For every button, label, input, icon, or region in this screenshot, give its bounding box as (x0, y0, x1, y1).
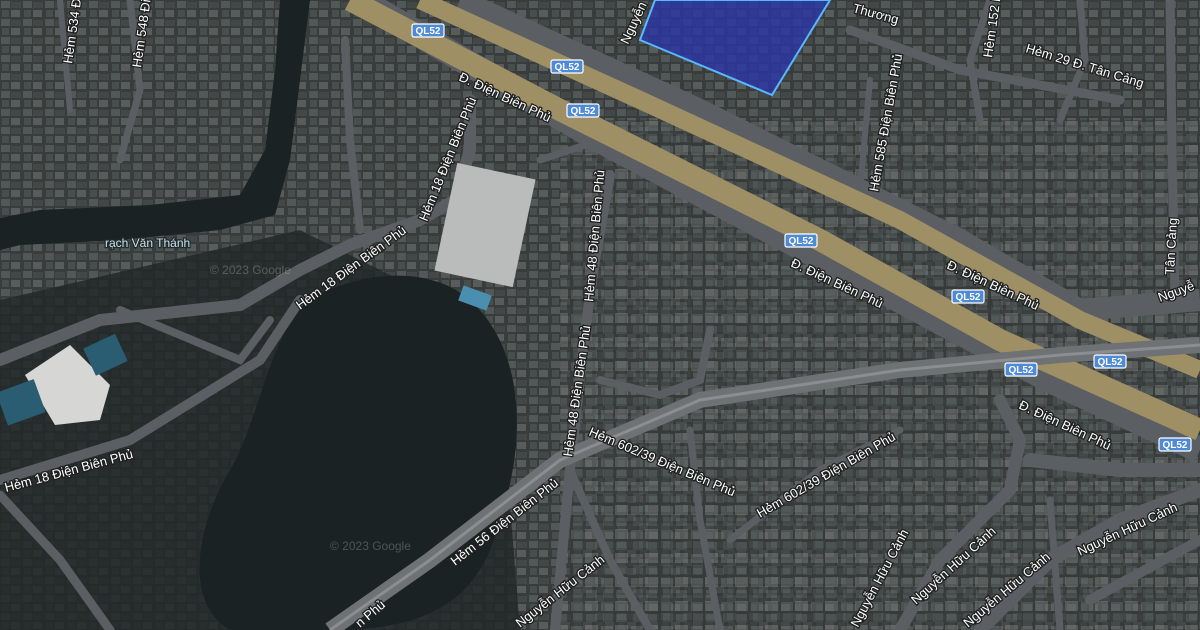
route-shield: QL52 (411, 23, 445, 38)
route-shield: QL52 (550, 59, 584, 74)
route-shield: QL52 (784, 233, 818, 248)
svg-text:QL52: QL52 (788, 236, 813, 247)
svg-text:QL52: QL52 (554, 62, 579, 73)
water-label: rạch Văn Thánh (105, 236, 190, 250)
google-watermark: © 2023 Google (330, 539, 411, 553)
map-canvas[interactable]: Hẻm 534 Đ... Hẻm 548 Đi... Nguyễn Thương… (0, 0, 1200, 630)
svg-text:QL52: QL52 (1162, 440, 1187, 451)
satellite-map[interactable]: Hẻm 534 Đ... Hẻm 548 Đi... Nguyễn Thương… (0, 0, 1200, 630)
svg-text:QL52: QL52 (1097, 357, 1122, 368)
route-shield: QL52 (1093, 354, 1127, 369)
route-shield: QL52 (951, 289, 985, 304)
svg-text:QL52: QL52 (415, 26, 440, 37)
svg-text:QL52: QL52 (570, 106, 595, 117)
route-shield: QL52 (1158, 437, 1192, 452)
svg-text:QL52: QL52 (955, 292, 980, 303)
route-shield: QL52 (1004, 362, 1038, 377)
google-watermark: © 2023 Google (210, 263, 291, 277)
street-label: Tân Cảng (1162, 217, 1180, 275)
svg-text:QL52: QL52 (1008, 365, 1033, 376)
route-shield: QL52 (566, 103, 600, 118)
